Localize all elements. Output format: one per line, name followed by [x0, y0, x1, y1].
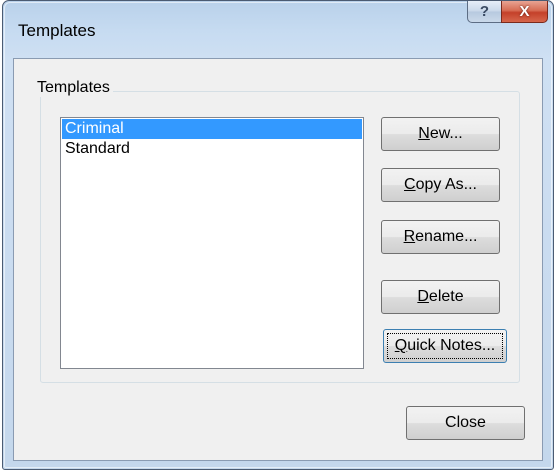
rename-button-label: ename... — [415, 228, 478, 245]
new-button-accel: N — [418, 125, 430, 142]
templates-dialog: Templates ? X Templates Criminal Standar… — [2, 0, 554, 470]
delete-button-accel: D — [417, 288, 429, 305]
caption-buttons: ? X — [467, 1, 548, 23]
window-close-button[interactable]: X — [501, 1, 548, 23]
list-item-standard[interactable]: Standard — [62, 139, 362, 159]
rename-button-accel: R — [403, 228, 416, 245]
templates-listbox[interactable]: Criminal Standard — [60, 117, 364, 369]
dialog-client-area: Templates Criminal Standard New... Copy … — [13, 58, 543, 461]
help-button[interactable]: ? — [467, 1, 501, 23]
new-button[interactable]: New... — [381, 117, 500, 151]
new-button-label: ew... — [429, 125, 463, 142]
groupbox-label: Templates — [34, 79, 113, 97]
close-button[interactable]: Close — [406, 406, 525, 440]
window-title: Templates — [18, 21, 96, 40]
delete-button[interactable]: Delete — [381, 280, 500, 314]
list-item-criminal[interactable]: Criminal — [62, 119, 362, 139]
copy-as-button-accel: C — [404, 176, 416, 193]
copy-as-button[interactable]: Copy As... — [381, 168, 500, 202]
quick-notes-button[interactable]: Quick Notes... — [383, 329, 507, 363]
help-icon: ? — [479, 3, 490, 20]
quick-notes-button-label: uick Notes... — [407, 337, 496, 354]
quick-notes-button-accel: Q — [394, 337, 408, 354]
title-bar[interactable]: Templates ? X — [3, 1, 553, 59]
rename-button[interactable]: Rename... — [381, 220, 500, 254]
copy-as-button-label: opy As... — [415, 176, 477, 193]
close-icon: X — [519, 3, 530, 20]
delete-button-label: elete — [428, 288, 464, 305]
